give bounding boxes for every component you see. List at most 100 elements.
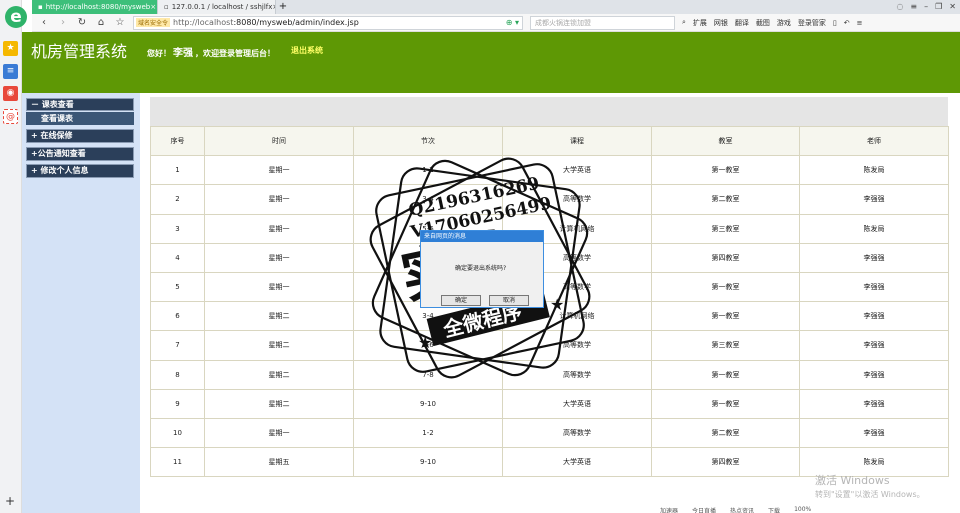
menu-group-schedule[interactable]: － 课表查看	[26, 98, 134, 111]
table-cell: 李强强	[799, 330, 949, 361]
table-header-row: 序号 时间 节次 课程 教室 老师	[150, 125, 949, 157]
table-cell: 9-10	[353, 388, 503, 419]
greeting-prefix: 您好！	[147, 49, 171, 58]
toolbar-login[interactable]: 登录管家	[798, 18, 826, 28]
back-icon[interactable]: ‹	[38, 17, 50, 28]
status-item[interactable]: 100%	[794, 506, 811, 513]
table-cell: 第一教室	[651, 359, 800, 390]
table-cell: 李强强	[799, 271, 949, 303]
table-cell: 11	[150, 447, 205, 478]
toolbar-games[interactable]: 游戏	[777, 18, 791, 28]
table-row: 1 星期一 1-2 大学英语 第一教室 陈发局	[150, 155, 949, 186]
tab-active[interactable]: ▪ http://localhost:8080/mysweb ×	[32, 0, 158, 14]
close-icon[interactable]: ✕	[949, 2, 956, 11]
shield-icon[interactable]: ◌	[896, 2, 903, 11]
col-header: 教室	[651, 125, 800, 157]
status-item[interactable]: 下载	[768, 506, 780, 513]
minimize-icon[interactable]: –	[924, 2, 928, 11]
col-header: 老师	[799, 125, 949, 157]
reader-list-icon[interactable]: ≡	[3, 64, 18, 79]
url-input[interactable]: 域名安全令 http://localhost:8080/mysweb/admin…	[133, 15, 523, 30]
table-cell: 李强强	[799, 417, 949, 449]
table-cell: 第一教室	[651, 388, 800, 419]
tab-close-icon[interactable]: ×	[150, 3, 156, 11]
undo-icon[interactable]: ↶	[844, 19, 850, 27]
dialog-cancel-button[interactable]: 取消	[489, 295, 529, 306]
table-cell: 李强强	[799, 388, 949, 419]
table-cell: 5-6	[353, 330, 503, 361]
username: 李强	[173, 48, 193, 59]
table-cell: 第二教室	[651, 184, 800, 215]
refresh-icon[interactable]: ↻	[76, 17, 88, 28]
forward-icon[interactable]: ›	[57, 17, 69, 28]
windows-activation-hint: 转到"设置"以激活 Windows。	[815, 490, 925, 499]
table-cell: 9-10	[353, 447, 503, 478]
table-row: 4星期一7-8高等数学第四教室李强强	[150, 242, 949, 273]
tab-label: 127.0.0.1 / localhost / sshjlfx	[171, 3, 273, 11]
schedule-table: 序号 时间 节次 课程 教室 老师 1 星期一 1-2 大学英语 第一教室 陈发局 2 星期一…	[150, 125, 949, 478]
url-status-icons[interactable]: ⊕ ▾	[506, 18, 522, 27]
new-tab-button[interactable]: +	[276, 0, 290, 14]
table-cell: 2	[150, 184, 205, 215]
table-cell: 李强强	[799, 301, 949, 332]
table-row: 6 星期二 3-4 计算机网络 第一教室 李强强	[150, 301, 949, 332]
mail-icon[interactable]: @	[3, 109, 18, 124]
tab-inactive[interactable]: ▫ 127.0.0.1 / localhost / sshjlfx ×	[158, 0, 276, 14]
table-cell: 第三教室	[651, 213, 800, 244]
table-row: 7 星期二 5-6 高等数学 第三教室 李强强	[150, 330, 949, 361]
toolbar-translate[interactable]: 翻译	[735, 18, 749, 28]
menu-group-profile[interactable]: + 修改个人信息	[26, 164, 134, 178]
col-header: 序号	[150, 125, 205, 157]
table-cell: 星期五	[204, 447, 354, 478]
table-cell: 星期二	[204, 388, 354, 419]
menu-item-view-schedule[interactable]: 查看课表	[26, 112, 134, 125]
table-cell: 1	[150, 155, 205, 186]
safe-badge: 域名安全令	[136, 18, 171, 27]
add-sidebar-icon[interactable]: +	[5, 494, 15, 508]
search-input[interactable]: 成都火锅连锁加盟	[530, 15, 675, 30]
table-toolbar	[150, 97, 948, 126]
table-cell: 星期一	[204, 417, 354, 449]
phone-icon[interactable]: ▯	[833, 19, 837, 27]
table-cell: 星期二	[204, 301, 354, 332]
toolbar-extensions[interactable]: 扩展	[693, 18, 707, 28]
table-cell: 第一教室	[651, 155, 800, 186]
toolbar-ebank[interactable]: 网银	[714, 18, 728, 28]
table-cell: 大学英语	[502, 388, 652, 419]
table-row: 10 星期一 1-2 高等数学 第二教室 李强强	[150, 417, 949, 449]
menu-group-repair[interactable]: + 在线保修	[26, 129, 134, 143]
table-cell: 3-4	[353, 184, 503, 215]
weibo-icon[interactable]: ◉	[3, 86, 18, 101]
tab-label: http://localhost:8080/mysweb	[45, 3, 151, 11]
table-cell: 李强强	[799, 359, 949, 390]
table-cell: 7	[150, 330, 205, 361]
favorites-star-icon[interactable]: ★	[3, 41, 18, 56]
logout-link[interactable]: 退出系统	[291, 45, 323, 56]
window-controls: ◌ ≡ – ❐ ✕	[896, 2, 956, 11]
status-item[interactable]: 今日直播	[692, 506, 716, 513]
table-cell: 8	[150, 359, 205, 390]
status-item[interactable]: 加速器	[660, 506, 678, 513]
table-cell: 大学英语	[502, 155, 652, 186]
table-cell: 5	[150, 271, 205, 303]
table-row: 5星期一9-10高等数学第一教室李强强	[150, 271, 949, 303]
bookmark-star-icon[interactable]: ☆	[114, 17, 126, 28]
col-header: 课程	[502, 125, 652, 157]
status-item[interactable]: 热点资讯	[730, 506, 754, 513]
table-cell: 高等数学	[502, 359, 652, 390]
search-icon[interactable]: ⌕	[682, 18, 686, 27]
table-cell: 李强强	[799, 242, 949, 273]
dialog-ok-button[interactable]: 确定	[441, 295, 481, 306]
table-cell: 陈发局	[799, 155, 949, 186]
browser-logo-icon[interactable]: e	[5, 6, 27, 28]
col-header: 时间	[204, 125, 354, 157]
greeting-suffix: ，欢迎登录管理后台！	[195, 49, 275, 58]
menu-group-notices[interactable]: +公告通知查看	[26, 147, 134, 161]
menu-icon[interactable]: ≡	[910, 2, 917, 11]
maximize-icon[interactable]: ❐	[935, 2, 942, 11]
toolbar-screenshot[interactable]: 截图	[756, 18, 770, 28]
table-cell: 陈发局	[799, 213, 949, 244]
more-menu-icon[interactable]: ≡	[857, 19, 863, 27]
home-icon[interactable]: ⌂	[95, 17, 107, 28]
tab-page-icon: ▫	[164, 3, 169, 11]
